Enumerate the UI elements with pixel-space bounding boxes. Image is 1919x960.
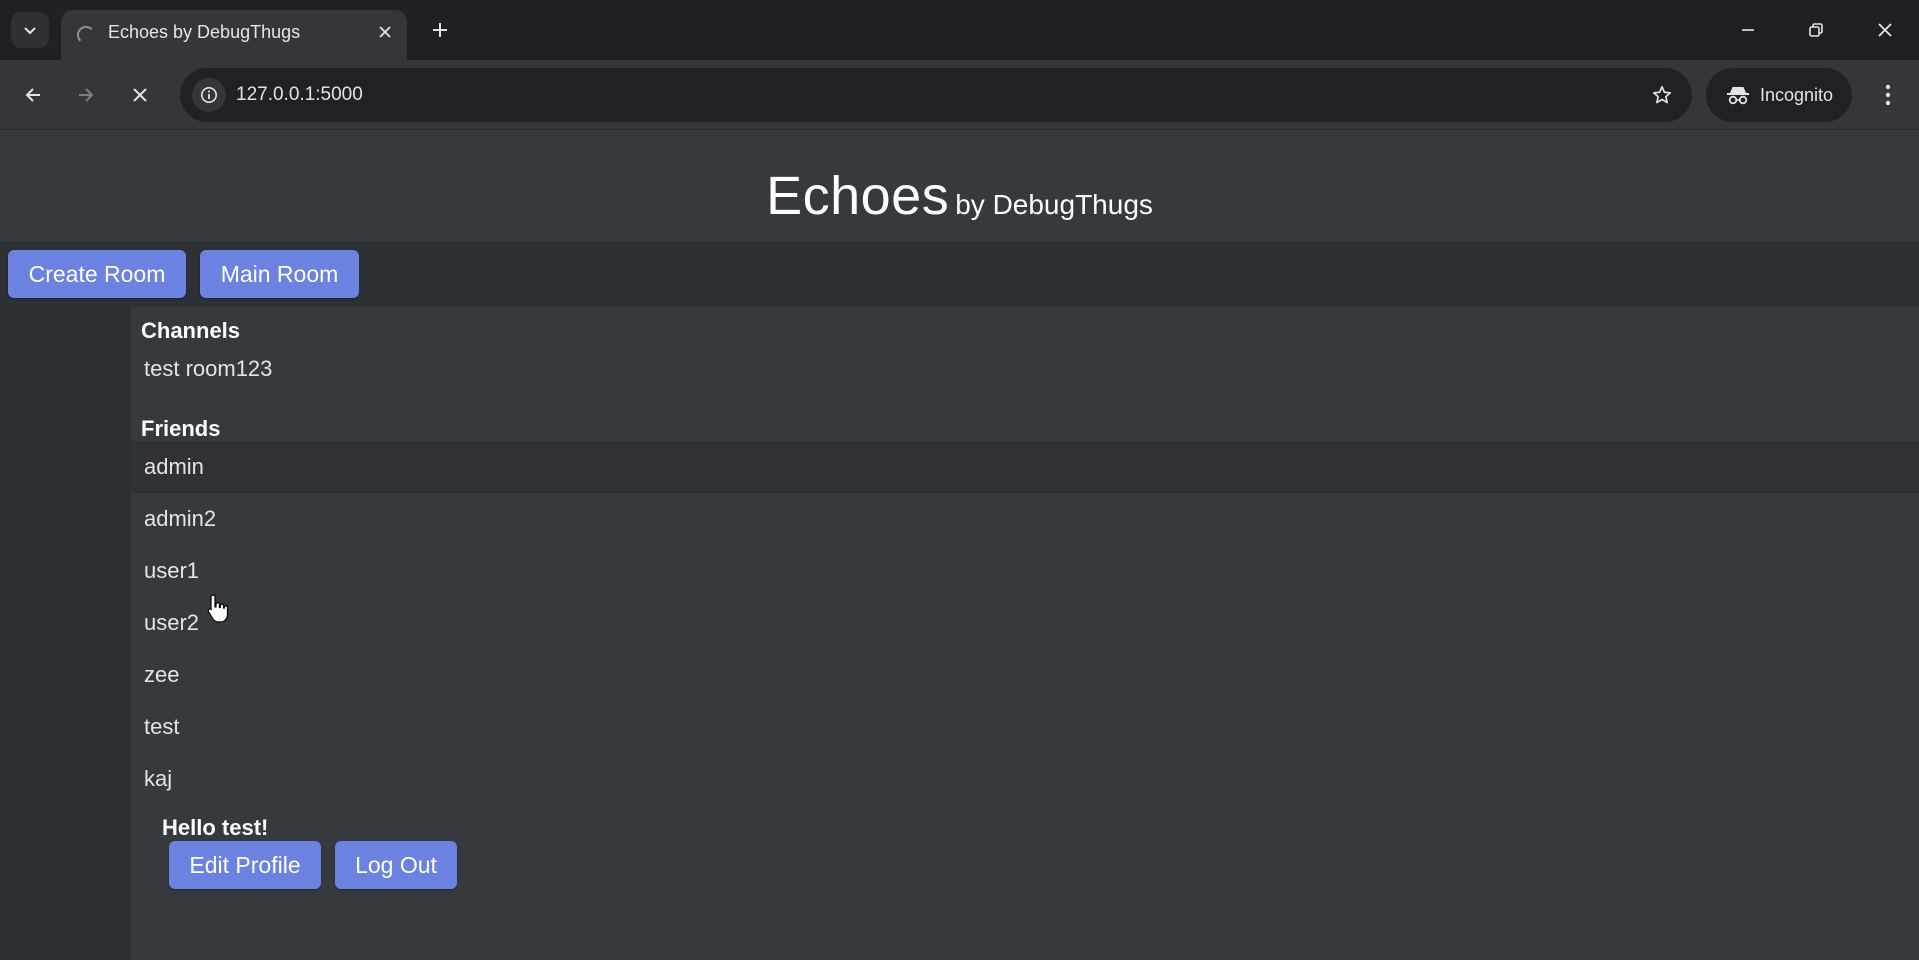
friend-item-zee[interactable]: zee <box>131 649 1919 701</box>
browser-toolbar: 127.0.0.1:5000 Incognito <box>0 60 1919 130</box>
plus-icon <box>433 23 447 37</box>
restore-icon <box>1809 23 1823 37</box>
kebab-menu-icon <box>1885 84 1891 106</box>
incognito-indicator[interactable]: Incognito <box>1706 68 1852 122</box>
brand-title: Echoes <box>766 166 950 226</box>
arrow-right-icon <box>79 88 94 102</box>
page: Echoes by DebugThugs Create Room Main Roo… <box>0 131 1919 960</box>
hand-pointer-cursor-icon <box>207 594 229 623</box>
url-text: 127.0.0.1:5000 <box>236 84 363 105</box>
friend-label: user1 <box>144 558 200 583</box>
site-info-button[interactable] <box>192 78 226 112</box>
browser-tab-strip: Echoes by DebugThugs <box>0 0 1919 60</box>
sidebar-panel: Channels test room123 Friends admin admi… <box>131 307 1919 960</box>
top-nav: Create Room Main Room <box>0 241 1919 307</box>
edit-profile-button[interactable]: Edit Profile <box>169 841 321 889</box>
friend-item-user2[interactable]: user2 <box>131 597 1919 649</box>
friend-label: test <box>144 714 180 739</box>
address-bar[interactable]: 127.0.0.1:5000 <box>180 68 1692 122</box>
channels-heading: Channels <box>141 318 241 343</box>
browser-tab[interactable]: Echoes by DebugThugs <box>61 10 407 60</box>
friend-label: zee <box>144 662 180 687</box>
back-button[interactable] <box>15 77 51 113</box>
site-header: Echoes by DebugThugs <box>0 165 1919 227</box>
log-out-button[interactable]: Log Out <box>335 841 457 889</box>
friend-item-admin[interactable]: admin <box>131 441 1919 493</box>
star-icon <box>1652 85 1672 104</box>
minimize-icon <box>1742 29 1754 31</box>
brand-byline: by DebugThugs <box>955 189 1153 220</box>
user-greeting: Hello test! <box>162 815 269 840</box>
friends-heading: Friends <box>141 416 221 441</box>
tab-close-button[interactable] <box>373 20 397 44</box>
forward-button[interactable] <box>68 77 104 113</box>
new-tab-button[interactable] <box>424 14 456 46</box>
friend-item-admin2[interactable]: admin2 <box>131 493 1919 545</box>
incognito-icon <box>1727 87 1749 105</box>
incognito-label: Incognito <box>1760 84 1834 105</box>
browser-menu-button[interactable] <box>1872 77 1904 113</box>
close-icon <box>379 26 391 38</box>
friend-item-test[interactable]: test <box>131 701 1919 753</box>
friend-item-user1[interactable]: user1 <box>131 545 1919 597</box>
stop-loading-button[interactable] <box>122 77 158 113</box>
friend-item-kaj[interactable]: kaj <box>131 753 1919 805</box>
close-window-button[interactable] <box>1863 10 1907 50</box>
chevron-down-icon <box>24 27 36 35</box>
loading-spinner-icon <box>77 26 95 44</box>
friend-label: admin <box>144 454 204 479</box>
restore-button[interactable] <box>1794 10 1838 50</box>
friend-label: user2 <box>144 610 200 635</box>
main-room-button[interactable]: Main Room <box>200 250 359 298</box>
create-room-button[interactable]: Create Room <box>8 250 186 298</box>
close-icon <box>133 88 147 102</box>
bookmark-button[interactable] <box>1648 81 1676 109</box>
close-icon <box>1878 23 1892 37</box>
friend-label: kaj <box>144 766 173 791</box>
channel-item[interactable]: test room123 <box>131 343 1919 395</box>
info-icon <box>201 87 217 103</box>
friend-label: admin2 <box>144 506 217 531</box>
left-rail <box>0 307 131 960</box>
arrow-left-icon <box>25 88 40 102</box>
channel-label: test room123 <box>144 356 273 381</box>
tab-title: Echoes by DebugThugs <box>108 22 301 42</box>
minimize-button[interactable] <box>1726 10 1770 50</box>
tab-search-button[interactable] <box>11 12 49 48</box>
